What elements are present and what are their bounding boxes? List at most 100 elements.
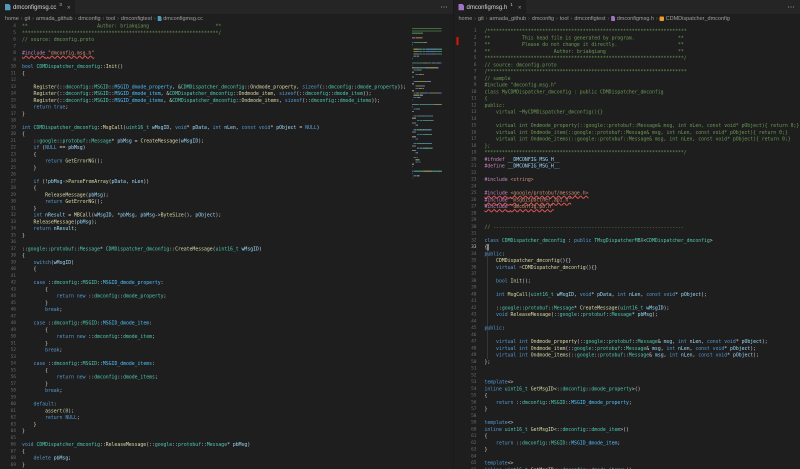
line-number[interactable]: 12 — [0, 77, 16, 84]
code-line[interactable]: } — [22, 421, 412, 428]
code-line[interactable]: { — [22, 151, 412, 158]
breadcrumb-file-item[interactable]: dmconfigmsg.cc — [158, 16, 203, 22]
close-tab-icon[interactable]: × — [67, 3, 71, 11]
line-number[interactable]: 47 — [0, 313, 16, 320]
code-line[interactable]: public: — [485, 251, 800, 258]
line-number[interactable]: 3 — [454, 42, 477, 49]
code-line[interactable]: { — [22, 266, 412, 273]
code-line[interactable]: { — [22, 286, 412, 293]
breadcrumb-item[interactable]: home — [459, 16, 473, 22]
code-line[interactable]: class CDMDispatcher_dmconfig : public TM… — [485, 237, 800, 244]
line-number[interactable]: 47 — [454, 339, 477, 346]
code-line[interactable]: template<> — [485, 420, 800, 427]
code-line[interactable]: default: — [22, 401, 412, 408]
code-line[interactable] — [485, 116, 800, 123]
code-line[interactable] — [22, 313, 412, 320]
line-number[interactable]: 16 — [454, 129, 477, 136]
line-number[interactable]: 39 — [454, 285, 477, 292]
line-number[interactable]: 61 — [454, 433, 477, 440]
line-number[interactable]: 24 — [454, 183, 477, 190]
line-number[interactable]: 49 — [454, 352, 477, 359]
code-line[interactable]: bool Init(); — [485, 278, 800, 285]
code-line[interactable]: return nResult; — [22, 226, 412, 233]
code-line[interactable]: virtual int Ondmode_item(::google::proto… — [485, 345, 800, 352]
code-line[interactable]: #include "msgdispatcher.api.h" — [485, 197, 800, 204]
code-line[interactable] — [485, 298, 800, 305]
code-line[interactable]: { — [485, 393, 800, 400]
code-line[interactable]: public: — [485, 325, 800, 332]
line-number[interactable]: 23 — [454, 177, 477, 184]
line-number[interactable]: 68 — [0, 455, 16, 462]
line-number[interactable]: 30 — [454, 224, 477, 231]
code-line[interactable]: Register(::dmconfig::MSGID::MSGID_dmode_… — [22, 91, 412, 98]
line-number[interactable]: 16 — [0, 104, 16, 111]
line-number[interactable]: 27 — [0, 178, 16, 185]
code-line[interactable]: virtual int Ondmode_items(::google::prot… — [485, 352, 800, 359]
editor-actions-more-icon[interactable]: ⋯ — [783, 3, 800, 12]
line-number[interactable]: 2 — [454, 35, 477, 42]
line-number[interactable]: 65 — [0, 435, 16, 442]
code-line[interactable]: } — [22, 232, 412, 239]
code-line[interactable] — [22, 239, 412, 246]
code-line[interactable] — [22, 43, 412, 50]
code-line[interactable]: { — [22, 70, 412, 77]
code-line[interactable]: return new ::dmconfig::dmode_property; — [22, 293, 412, 300]
line-number[interactable]: 44 — [454, 318, 477, 325]
code-line[interactable] — [485, 453, 800, 460]
code-line[interactable]: bool CDMDispatcher_dmconfig::Init() — [22, 64, 412, 71]
code-line[interactable] — [485, 170, 800, 177]
code-line[interactable]: virtual int Ondmode_item(::google::proto… — [485, 129, 800, 136]
code-line[interactable]: int nResult = MBCall(wMsgID, *pbMsg, pbM… — [22, 212, 412, 219]
code-line[interactable]: } — [22, 205, 412, 212]
line-number[interactable]: 44 — [0, 293, 16, 300]
code-line[interactable]: } — [485, 406, 800, 413]
breadcrumb-item[interactable]: armada_github — [36, 16, 73, 22]
line-number[interactable]: 38 — [0, 253, 16, 260]
code-line[interactable] — [22, 172, 412, 179]
line-number[interactable]: 9 — [0, 57, 16, 64]
code-line[interactable] — [485, 217, 800, 224]
line-number[interactable]: 53 — [454, 379, 477, 386]
line-number[interactable]: 25 — [0, 165, 16, 172]
line-number[interactable]: 63 — [0, 421, 16, 428]
code-area-left[interactable]: ** Author: briakqiang ******************… — [22, 23, 412, 469]
code-line[interactable]: return NULL; — [22, 415, 412, 422]
code-line[interactable] — [485, 285, 800, 292]
code-line[interactable]: ::google::protobuf::Message* CreateMessa… — [485, 305, 800, 312]
line-number[interactable]: 38 — [454, 278, 477, 285]
line-number[interactable]: 15 — [454, 123, 477, 130]
line-number[interactable]: 10 — [454, 89, 477, 96]
line-number[interactable]: 32 — [454, 237, 477, 244]
code-line[interactable]: template<> — [485, 379, 800, 386]
code-line[interactable]: return new ::dmconfig::dmode_items; — [22, 374, 412, 381]
line-number[interactable]: 14 — [0, 91, 16, 98]
line-number[interactable]: 20 — [454, 156, 477, 163]
code-line[interactable]: break; — [22, 347, 412, 354]
code-line[interactable]: return ::dmconfig::MSGID::MSGID_dmode_pr… — [485, 399, 800, 406]
code-line[interactable]: virtual ~CDMDispatcher_dmconfig(){} — [485, 264, 800, 271]
code-line[interactable]: ReleaseMessage(pbMsg); — [22, 219, 412, 226]
code-line[interactable] — [485, 413, 800, 420]
code-line[interactable]: // source: dmconfig.proto — [22, 37, 412, 44]
line-number[interactable]: 8 — [454, 75, 477, 82]
line-number[interactable]: 56 — [0, 374, 16, 381]
line-number[interactable]: 22 — [454, 170, 477, 177]
line-number[interactable]: 40 — [0, 266, 16, 273]
code-line[interactable]: } — [22, 428, 412, 435]
code-line[interactable]: switch(wMsgID) — [22, 259, 412, 266]
code-line[interactable]: case ::dmconfig::MSGID::MSGID_dmode_item… — [22, 320, 412, 327]
code-line[interactable]: inline uint16_t GetMsgID<::dmconfig::dmo… — [485, 386, 800, 393]
code-line[interactable]: { — [22, 185, 412, 192]
line-number[interactable]: 59 — [454, 420, 477, 427]
line-number[interactable]: 21 — [0, 138, 16, 145]
code-line[interactable] — [485, 318, 800, 325]
code-line[interactable]: void ReleaseMessage(::google::protobuf::… — [485, 312, 800, 319]
line-number[interactable]: 31 — [454, 231, 477, 238]
line-number[interactable]: 66 — [0, 442, 16, 449]
code-line[interactable]: } — [22, 111, 412, 118]
code-line[interactable]: return GetErrorNG(); — [22, 158, 412, 165]
tab-dmconfigmsg-cc[interactable]: dmconfigmsg.cc 3 × — [0, 0, 76, 14]
line-number[interactable]: 30 — [0, 199, 16, 206]
code-line[interactable]: #ifndef __DMCONFIG_MSG_H__ — [485, 156, 800, 163]
line-number[interactable]: 25 — [454, 190, 477, 197]
